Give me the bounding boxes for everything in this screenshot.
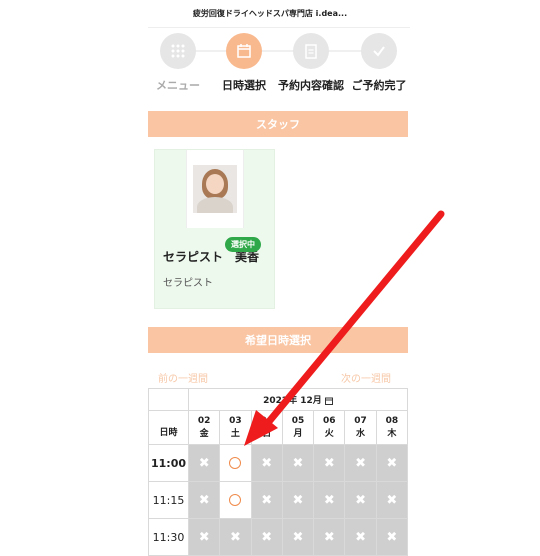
staff-photo-frame: [186, 150, 244, 228]
title-divider: [148, 27, 410, 28]
unavailable-slot: ✖: [281, 444, 315, 482]
unavailable-slot: ✖: [281, 481, 315, 519]
available-circle-icon: [229, 494, 242, 506]
selected-badge: 選択中: [225, 237, 261, 252]
unavailable-slot: ✖: [281, 518, 315, 556]
calendar-small-icon: [324, 397, 333, 405]
unavailable-slot: ✖: [250, 481, 283, 519]
unavailable-slot: ✖: [187, 518, 221, 556]
day-header: 07 水: [344, 410, 377, 445]
unavailable-slot: ✖: [187, 481, 221, 519]
day-header: 04 日: [250, 410, 283, 445]
staff-photo: [193, 165, 237, 213]
unavailable-slot: ✖: [375, 518, 409, 556]
unavailable-slot: ✖: [313, 481, 346, 519]
unavailable-slot: ✖: [250, 518, 283, 556]
calendar-icon: [226, 33, 262, 69]
slot-time: 11:30: [148, 518, 189, 556]
unavailable-slot: ✖: [344, 481, 377, 519]
step-complete[interactable]: ご予約完了: [334, 33, 424, 93]
slot-time: 11:00: [148, 444, 189, 482]
check-icon: [361, 33, 397, 69]
next-week-link[interactable]: 次の一週間: [341, 370, 391, 385]
datetime-section-header: 希望日時選択: [148, 327, 408, 353]
unavailable-slot: ✖: [375, 481, 409, 519]
grid-icon: [160, 33, 196, 69]
day-header: 08 木: [375, 410, 409, 445]
day-header: 02 金: [187, 410, 221, 445]
day-header: 05 月: [281, 410, 315, 445]
store-title: 疲労回復ドライヘッドスパ専門店 i.dea...: [192, 9, 348, 18]
time-slot-row: 11:00 ✖ ✖ ✖ ✖ ✖ ✖: [148, 444, 409, 482]
step-complete-label: ご予約完了: [351, 79, 407, 92]
slot-time: 11:15: [148, 481, 189, 519]
time-slot-row: 11:30 ✖ ✖ ✖ ✖ ✖ ✖ ✖: [148, 518, 409, 556]
day-header: 03 土: [219, 410, 252, 445]
prev-week-link[interactable]: 前の一週間: [158, 370, 208, 385]
time-slot-row: 11:15 ✖ ✖ ✖ ✖ ✖ ✖: [148, 481, 409, 519]
unavailable-slot: ✖: [313, 518, 346, 556]
time-column-header: 日時: [148, 410, 189, 445]
unavailable-slot: ✖: [344, 444, 377, 482]
calendar-month-label: 2022年 12月: [263, 396, 322, 406]
unavailable-slot: ✖: [187, 444, 221, 482]
unavailable-slot: ✖: [250, 444, 283, 482]
day-header: 06 火: [313, 410, 346, 445]
staff-role: セラピスト: [163, 278, 213, 289]
available-circle-icon: [229, 457, 242, 469]
clipboard-icon: [293, 33, 329, 69]
available-slot[interactable]: [219, 481, 252, 519]
unavailable-slot: ✖: [344, 518, 377, 556]
staff-section-header: スタッフ: [148, 111, 408, 137]
staff-card[interactable]: セラピスト 美香 選択中 セラピスト: [154, 149, 275, 309]
available-slot[interactable]: [219, 444, 252, 482]
calendar-month: 2022年 12月: [188, 388, 408, 411]
unavailable-slot: ✖: [375, 444, 409, 482]
unavailable-slot: ✖: [219, 518, 252, 556]
unavailable-slot: ✖: [313, 444, 346, 482]
calendar-corner: [148, 388, 189, 411]
availability-calendar: 2022年 12月 日時 02 金 03 土 04 日 05 月 06 火 07 水 08 木…: [148, 388, 409, 556]
